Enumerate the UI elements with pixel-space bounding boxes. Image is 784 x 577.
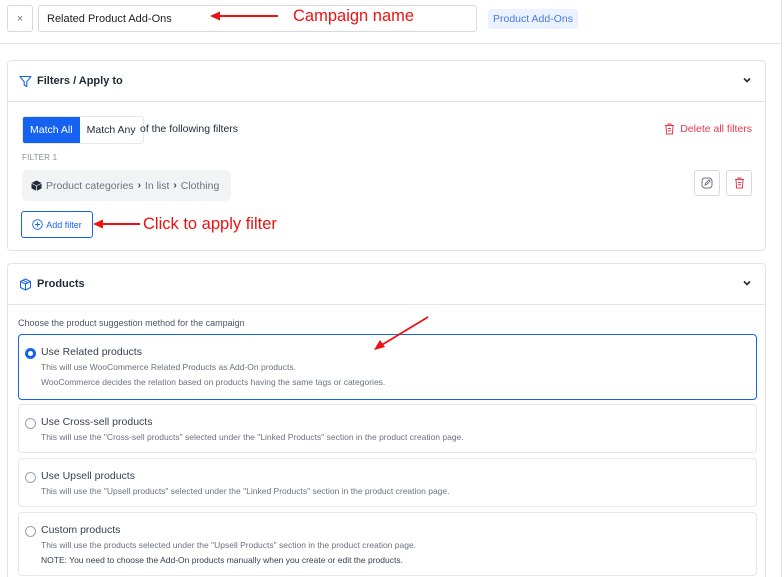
chevron-down-icon[interactable] [741, 74, 753, 86]
filter-value: Clothing [180, 179, 220, 192]
radio-related-products[interactable] [25, 348, 36, 359]
close-icon: × [16, 12, 24, 25]
filter-label: FILTER 1 [22, 153, 58, 162]
filters-panel-title: Filters / Apply to [37, 75, 123, 87]
scroll-edge [781, 0, 782, 577]
edit-icon [701, 177, 713, 189]
add-filter-button[interactable]: Add filter [21, 211, 93, 238]
chevron-right-icon: › [137, 180, 141, 191]
box-icon [19, 278, 32, 291]
delete-filter-button[interactable] [726, 170, 752, 196]
delete-all-filters-label: Delete all filters [680, 123, 752, 135]
chevron-down-icon[interactable] [741, 277, 753, 289]
option-upsell-products[interactable]: Use Upsell products This will use the "U… [18, 458, 757, 507]
option-title: Use Cross-sell products [41, 416, 153, 428]
filter-operator: In list [144, 179, 170, 192]
filter-chip[interactable]: Product categories › In list › Clothing [22, 170, 231, 201]
delete-all-filters-link[interactable]: Delete all filters [664, 123, 752, 135]
option-title: Use Upsell products [41, 470, 135, 482]
add-filter-label: Add filter [46, 219, 82, 230]
annotation-arrow-add-filter [93, 219, 140, 229]
chevron-right-icon: › [173, 180, 177, 191]
filter-field: Product categories [46, 179, 134, 192]
radio-cross-sell-products[interactable] [25, 418, 36, 429]
option-desc: WooCommerce decides the relation based o… [41, 377, 386, 387]
plus-circle-icon [32, 219, 43, 230]
edit-filter-button[interactable] [694, 170, 720, 196]
campaign-type-badge: Product Add-Ons [488, 9, 578, 29]
match-all-button[interactable]: Match All [23, 117, 80, 143]
products-panel-title: Products [37, 278, 85, 290]
trash-icon [734, 177, 744, 189]
option-cross-sell-products[interactable]: Use Cross-sell products This will use th… [18, 404, 757, 453]
option-note: NOTE: You need to choose the Add-On prod… [41, 555, 403, 565]
radio-custom-products[interactable] [25, 526, 36, 537]
suggestion-method-prompt: Choose the product suggestion method for… [18, 318, 245, 328]
option-title: Use Related products [41, 346, 142, 358]
trash-icon [665, 123, 675, 135]
match-any-button[interactable]: Match Any [79, 117, 143, 143]
annotation-arrow-related-products [374, 316, 429, 350]
match-toggle: Match All Match Any [22, 116, 144, 144]
cube-icon [31, 180, 42, 191]
option-desc: This will use the "Cross-sell products" … [41, 432, 464, 442]
option-desc: This will use the "Upsell products" sele… [41, 486, 450, 496]
annotation-add-filter: Click to apply filter [143, 215, 277, 233]
option-desc: This will use WooCommerce Related Produc… [41, 362, 296, 372]
filter-icon [19, 75, 32, 88]
filters-panel-header[interactable]: Filters / Apply to [8, 61, 765, 102]
annotation-arrow-campaign-name [210, 11, 278, 21]
close-button[interactable]: × [7, 5, 33, 32]
option-desc: This will use the products selected unde… [41, 540, 417, 550]
option-title: Custom products [41, 524, 121, 536]
products-panel-header[interactable]: Products [8, 264, 765, 305]
option-custom-products[interactable]: Custom products This will use the produc… [18, 512, 757, 576]
annotation-campaign-name: Campaign name [293, 7, 415, 25]
match-suffix-text: of the following filters [140, 123, 239, 135]
products-panel: Products Choose the product suggestion m… [7, 263, 766, 577]
radio-upsell-products[interactable] [25, 472, 36, 483]
